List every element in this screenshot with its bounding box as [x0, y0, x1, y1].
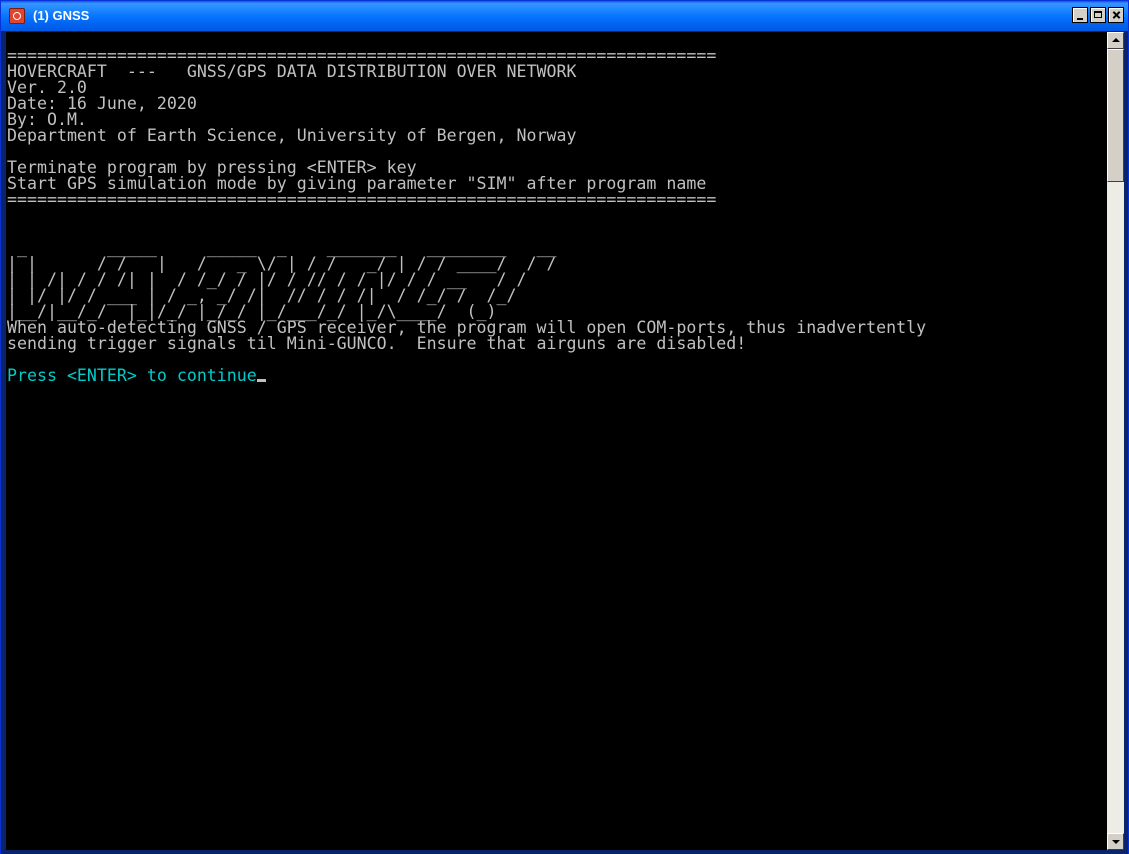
console-text: ========================================… — [7, 47, 926, 385]
vertical-scrollbar[interactable] — [1107, 32, 1124, 850]
continue-prompt: Press <ENTER> to continue — [7, 366, 257, 385]
scrollbar-thumb[interactable] — [1107, 49, 1124, 182]
console-line: HOVERCRAFT --- GNSS/GPS DATA DISTRIBUTIO… — [7, 62, 577, 81]
console-output[interactable]: ========================================… — [6, 32, 1107, 850]
text-cursor — [256, 379, 266, 382]
console-line: Department of Earth Science, University … — [7, 126, 577, 145]
window-bottom-border — [1, 850, 1128, 854]
console-line: ========================================… — [7, 190, 717, 209]
minimize-icon[interactable] — [1072, 7, 1088, 23]
maximize-icon[interactable] — [1090, 7, 1106, 23]
window-controls — [1072, 7, 1124, 23]
title-bar[interactable]: (1) GNSS — [1, 1, 1128, 31]
app-icon[interactable] — [9, 8, 25, 24]
console-window: (1) GNSS ===============================… — [0, 0, 1129, 854]
console-line: Date: 16 June, 2020 — [7, 94, 197, 113]
window-title: (1) GNSS — [33, 8, 90, 23]
scroll-down-arrow-icon[interactable] — [1107, 833, 1124, 850]
scroll-up-arrow-icon[interactable] — [1107, 32, 1124, 49]
warning-message-line: sending trigger signals til Mini-GUNCO. … — [7, 334, 747, 353]
close-icon[interactable] — [1108, 7, 1124, 23]
